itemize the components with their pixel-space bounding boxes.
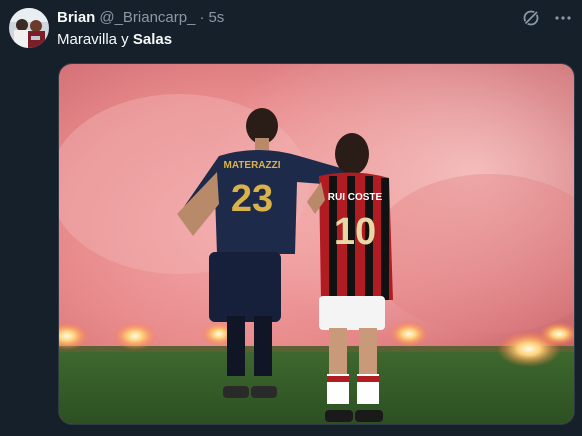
tweet-text: Maravilla y Salas — [57, 31, 172, 49]
tweet-actions — [522, 9, 572, 27]
author-name[interactable]: Brian — [57, 9, 95, 27]
avatar-image — [9, 8, 49, 48]
jersey-name-left: MATERAZZI — [223, 160, 280, 171]
tweet-card[interactable]: Brian @_Briancarp_ · 5s Maravilla y Sala… — [0, 0, 582, 436]
jersey-number-right: 10 — [334, 211, 376, 253]
separator-dot: · — [199, 9, 205, 26]
more-dots-icon[interactable] — [554, 9, 572, 27]
tweet-header: Brian @_Briancarp_ · 5s — [57, 9, 224, 29]
author-handle[interactable]: @_Briancarp_ — [99, 9, 195, 27]
avatar[interactable] — [9, 8, 49, 48]
jersey-name-right: RUI COSTE — [328, 192, 383, 203]
tweet-text-plain: Maravilla y — [57, 31, 133, 48]
tweet-media-image[interactable]: MATERAZZI 23 RUI COSTE 10 — [58, 63, 575, 425]
timestamp[interactable]: 5s — [208, 9, 224, 27]
tweet-text-bold: Salas — [132, 31, 173, 48]
jersey-number-left: 23 — [231, 178, 273, 220]
photo-players-flares: MATERAZZI 23 RUI COSTE 10 — [59, 64, 574, 424]
grok-icon[interactable] — [522, 9, 540, 27]
